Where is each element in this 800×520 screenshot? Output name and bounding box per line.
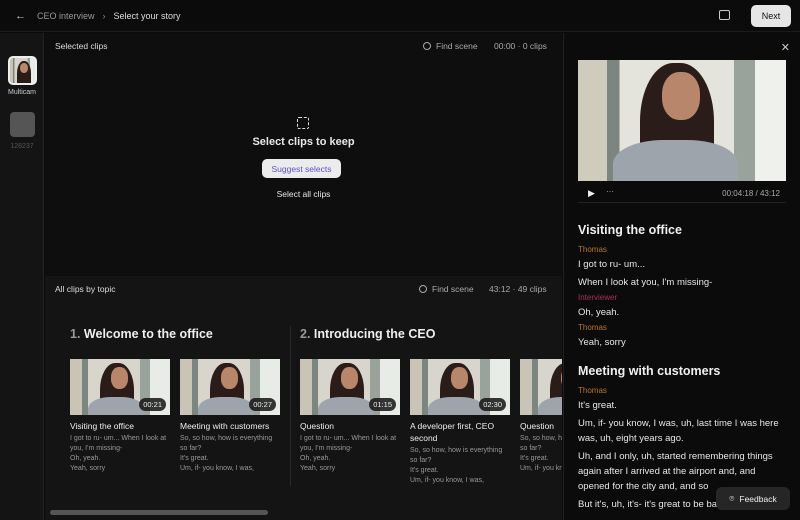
selected-clips-panel: Selected clips Find scene 00:00 · 0 clip…	[45, 33, 562, 276]
clip-title: Visiting the office	[70, 421, 134, 431]
topic-divider	[290, 326, 291, 486]
clip-transcript: So, so how, how is everything so far? It…	[520, 435, 562, 472]
chevron-right-icon: ›	[102, 10, 106, 21]
transcript-line[interactable]: Oh, yeah.	[578, 305, 788, 320]
clip-title: Question	[520, 421, 555, 431]
all-clips-summary: 43:12 · 49 clips	[489, 284, 547, 294]
all-clips-panel: All clips by topic Find scene 43:12 · 49…	[45, 276, 562, 520]
find-scene-label: Find scene	[436, 41, 478, 51]
transcript-line[interactable]: Yeah, sorry	[578, 335, 788, 350]
all-clips-title: All clips by topic	[55, 284, 116, 294]
clip-thumbnail[interactable]: 00:21	[70, 359, 170, 415]
clip-thumbnail[interactable]	[520, 359, 562, 415]
clip-card[interactable]: 00:21 Visiting the office I got to ru- u…	[70, 359, 170, 474]
feedback-button[interactable]: ⌾ Feedback	[716, 487, 790, 510]
clip-transcript: So, so how, how is everything so far? It…	[410, 447, 503, 484]
find-scene-label: Find scene	[432, 284, 474, 294]
search-icon	[419, 285, 427, 293]
clip-card[interactable]: 02:30 A developer first, CEO second So, …	[410, 359, 510, 486]
multicam-label: Multicam	[7, 89, 36, 96]
transcript-section-heading: Meeting with customers	[578, 364, 721, 378]
camera-rail: Multicam 128237	[0, 33, 44, 520]
clip-thumbnail[interactable]: 02:30	[410, 359, 510, 415]
clip-title: Meeting with customers	[180, 421, 270, 431]
select-all-clips-link[interactable]: Select all clips	[45, 189, 562, 199]
speaker-name: Thomas	[578, 386, 607, 395]
suggest-selects-button[interactable]: Suggest selects	[262, 159, 341, 178]
clip-duration: 01:15	[369, 398, 396, 411]
clip-title: A developer first, CEO second	[410, 421, 495, 443]
breadcrumb-project[interactable]: CEO interview	[37, 11, 95, 21]
top-bar: ← CEO interview › Select your story Next	[0, 0, 800, 32]
transcript-line[interactable]: I got to ru- um...	[578, 257, 788, 272]
transcript: Visiting the office Thomas I got to ru- um…	[578, 223, 788, 520]
close-icon[interactable]: ✕	[781, 41, 790, 54]
clip-transcript: So, so how, how is everything so far? It…	[180, 435, 273, 472]
clip-transcript: I got to ru- um... When I look at you, I…	[300, 435, 397, 472]
clip-transcript: I got to ru- um... When I look at you, I…	[70, 435, 167, 472]
next-button[interactable]: Next	[751, 5, 791, 27]
speaker-name: Interviewer	[578, 293, 618, 302]
breadcrumb-current: Select your story	[113, 10, 181, 21]
find-scene-button[interactable]: Find scene	[423, 41, 478, 51]
empty-state-title: Select clips to keep	[252, 136, 355, 148]
clip-title: Question	[300, 421, 335, 431]
camera-thumbnail[interactable]	[10, 112, 35, 137]
selected-summary: 00:00 · 0 clips	[494, 41, 547, 51]
topic-heading: 2. Introducing the CEO	[300, 327, 436, 341]
speaker-name: Thomas	[578, 323, 607, 332]
select-cursor-icon	[297, 117, 309, 129]
feedback-label: Feedback	[739, 493, 777, 504]
transcript-section-heading: Visiting the office	[578, 223, 682, 237]
player-controls: ▶ ··· 00:04:18 / 43:12	[578, 185, 786, 203]
camera-label: 128237	[10, 143, 34, 150]
transcript-section: Visiting the office Thomas I got to ru- um…	[578, 223, 788, 350]
back-arrow-icon[interactable]: ←	[15, 10, 29, 22]
speaker-name: Thomas	[578, 245, 607, 254]
aspect-ratio-icon[interactable]	[719, 10, 730, 20]
clip-duration: 02:30	[479, 398, 506, 411]
clip-card[interactable]: 01:15 Question I got to ru- um... When I…	[300, 359, 400, 474]
transcript-line[interactable]: Um, if- you know, I was, uh, last time I…	[578, 416, 788, 446]
more-icon[interactable]: ···	[606, 187, 614, 196]
transcript-line[interactable]: When I look at you, I'm missing-	[578, 275, 788, 290]
search-icon	[423, 42, 431, 50]
transcript-line[interactable]: It's great.	[578, 398, 788, 413]
find-scene-button[interactable]: Find scene	[419, 284, 474, 294]
playback-time: 00:04:18 / 43:12	[722, 189, 780, 198]
preview-panel: ✕ ▶ ··· 00:04:18 / 43:12 Visiting the of…	[563, 33, 800, 520]
clip-thumbnail[interactable]: 01:15	[300, 359, 400, 415]
clip-card[interactable]: 00:27 Meeting with customers So, so how,…	[180, 359, 280, 474]
topic-heading: 1. Welcome to the office	[70, 327, 213, 341]
selected-clips-title: Selected clips	[55, 41, 108, 51]
horizontal-scrollbar[interactable]	[50, 510, 268, 515]
clip-thumbnail[interactable]: 00:27	[180, 359, 280, 415]
clip-duration: 00:21	[139, 398, 166, 411]
chat-icon: ⌾	[729, 493, 735, 503]
clip-duration: 00:27	[249, 398, 276, 411]
multicam-thumbnail[interactable]	[8, 56, 37, 85]
video-preview[interactable]	[578, 60, 786, 181]
clip-card[interactable]: Question So, so how, how is everything s…	[520, 359, 562, 474]
play-icon[interactable]: ▶	[588, 188, 595, 199]
